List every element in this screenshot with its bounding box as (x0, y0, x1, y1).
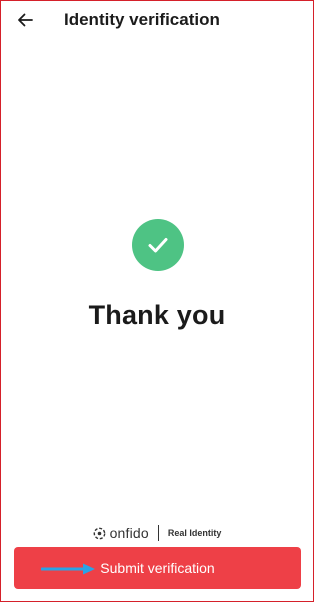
powered-by-branding: onfido Real Identity (1, 523, 313, 543)
app-header: Identity verification (1, 1, 313, 41)
page-title: Identity verification (64, 10, 220, 29)
brand-logo: onfido (93, 525, 149, 541)
onfido-logo-icon (93, 527, 105, 539)
thank-you-message: Thank you (88, 300, 226, 330)
checkmark-icon (148, 238, 168, 253)
submit-button-label: Submit verification (100, 560, 215, 576)
brand-divider (157, 525, 159, 541)
brand-tagline: Real Identity (167, 528, 222, 538)
app-screen: Identity verification Thank you onfido R… (0, 0, 314, 602)
arrow-right-icon (41, 563, 95, 575)
brand-name: onfido (109, 525, 149, 541)
arrow-left-icon (18, 13, 33, 27)
success-indicator (132, 219, 184, 271)
back-button[interactable] (13, 8, 37, 32)
